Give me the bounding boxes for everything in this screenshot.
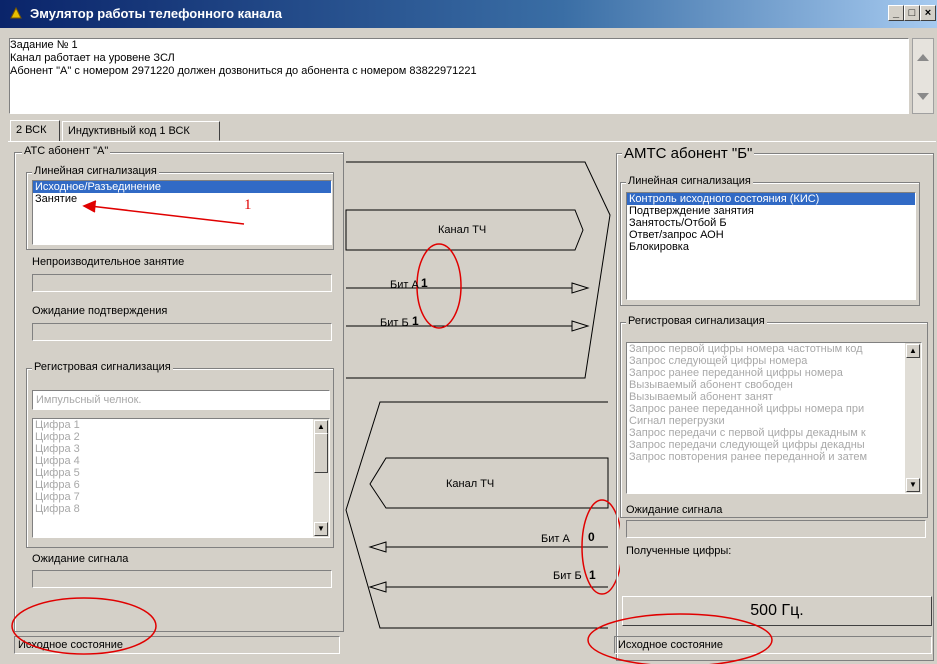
- annotation-arrowhead: [82, 200, 97, 213]
- annotation-ellipse: [11, 597, 157, 655]
- annotation-ellipse: [587, 613, 773, 664]
- annotation-overlay: [11, 200, 773, 664]
- annotation-arrow-line: [89, 205, 245, 225]
